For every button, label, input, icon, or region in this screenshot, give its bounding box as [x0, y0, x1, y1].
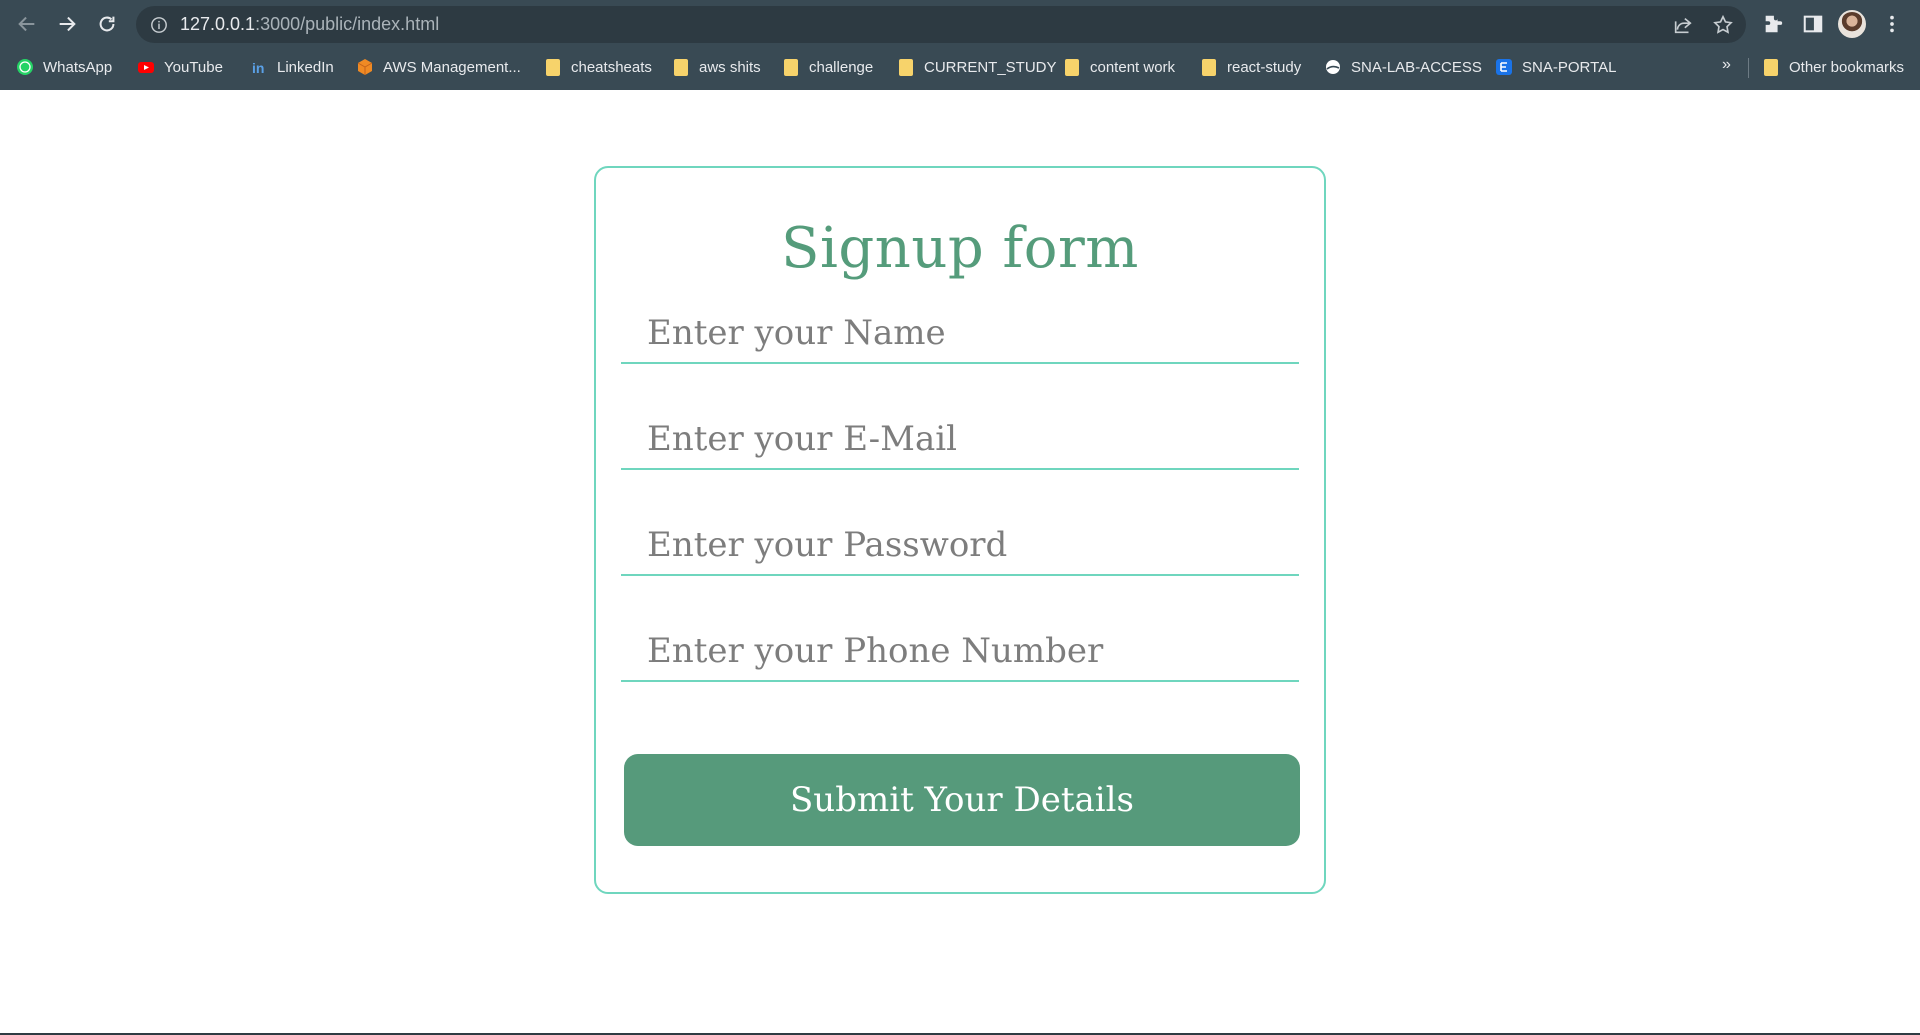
bookmark-label: LinkedIn — [277, 58, 334, 76]
password-input[interactable] — [621, 516, 1299, 576]
info-icon — [151, 16, 167, 33]
bookmarks-overflow-button[interactable]: » — [1722, 56, 1731, 74]
bookmark-label: AWS Management... — [383, 58, 521, 76]
page-viewport: Signup form Submit Your Details — [0, 90, 1920, 1033]
phone-input[interactable] — [621, 622, 1299, 682]
bookmark-label: aws shits — [699, 58, 761, 76]
bookmark-aws[interactable]: AWS Management... — [356, 54, 521, 80]
bookmark-label: SNA-PORTAL — [1522, 58, 1617, 76]
svg-text:in: in — [252, 60, 264, 76]
bookmark-label: challenge — [809, 58, 874, 76]
folder-icon — [544, 58, 562, 76]
folder-icon — [897, 58, 915, 76]
bookmark-other-bookmarks[interactable]: Other bookmarks — [1762, 54, 1904, 80]
submit-button[interactable]: Submit Your Details — [624, 754, 1300, 846]
bookmark-sna-lab-access[interactable]: SNA-LAB-ACCESS — [1324, 54, 1482, 80]
bookmark-label: SNA-LAB-ACCESS — [1351, 58, 1482, 76]
form-title: Signup form — [781, 216, 1139, 281]
kebab-menu-icon — [1890, 15, 1894, 33]
bookmark-linkedin[interactable]: in LinkedIn — [250, 54, 334, 80]
bookmark-sna-portal[interactable]: SNA-PORTAL — [1495, 54, 1616, 80]
folder-icon — [1762, 58, 1780, 76]
bookmark-folder-current-study[interactable]: CURRENT_STUDY — [897, 54, 1057, 80]
folder-icon — [1063, 58, 1081, 76]
bookmark-label: WhatsApp — [43, 58, 113, 76]
globe-icon — [1324, 58, 1342, 76]
menu-button[interactable] — [1879, 11, 1905, 37]
forward-button[interactable] — [52, 9, 82, 39]
email-input[interactable] — [621, 410, 1299, 470]
reload-icon — [99, 16, 115, 32]
signup-form: Signup form Submit Your Details — [594, 166, 1326, 894]
bookmark-folder-content-work[interactable]: content work — [1063, 54, 1175, 80]
bookmark-youtube[interactable]: YouTube — [137, 54, 223, 80]
name-input[interactable] — [621, 304, 1299, 364]
share-icon[interactable] — [1672, 14, 1694, 36]
side-panel-button[interactable] — [1800, 11, 1826, 37]
browser-toolbar: 127.0.0.1:3000/public/index.html — [0, 0, 1920, 48]
aws-cube-icon — [356, 58, 374, 76]
folder-icon — [672, 58, 690, 76]
bookmark-label: cheatsheats — [571, 58, 652, 76]
bookmark-folder-aws-shits[interactable]: aws shits — [672, 54, 761, 80]
bookmark-folder-cheatsheats[interactable]: cheatsheats — [544, 54, 652, 80]
bookmark-label: CURRENT_STUDY — [924, 58, 1057, 76]
bookmarks-separator — [1748, 58, 1749, 78]
url-host: 127.0.0.1 — [180, 14, 256, 34]
youtube-icon — [137, 58, 155, 76]
url-path: :3000/public/index.html — [255, 14, 440, 34]
extensions-button[interactable] — [1760, 11, 1786, 37]
side-panel-icon — [1803, 15, 1823, 33]
whatsapp-icon — [16, 58, 34, 76]
bookmark-folder-challenge[interactable]: challenge — [782, 54, 873, 80]
reload-button[interactable] — [92, 9, 122, 39]
portal-icon — [1495, 58, 1513, 76]
bookmark-label: YouTube — [164, 58, 223, 76]
bookmark-label: Other bookmarks — [1789, 58, 1905, 76]
profile-avatar[interactable] — [1838, 10, 1866, 38]
address-bar[interactable]: 127.0.0.1:3000/public/index.html — [136, 6, 1746, 43]
bookmark-label: content work — [1090, 58, 1176, 76]
bookmark-folder-react-study[interactable]: react-study — [1200, 54, 1301, 80]
bookmark-whatsapp[interactable]: WhatsApp — [16, 54, 112, 80]
star-icon[interactable] — [1712, 14, 1734, 36]
folder-icon — [1200, 58, 1218, 76]
folder-icon — [782, 58, 800, 76]
bookmarks-bar: WhatsApp YouTube in LinkedIn AWS Managem… — [0, 52, 1920, 82]
arrow-left-icon — [18, 16, 35, 32]
browser-chrome: 127.0.0.1:3000/public/index.html WhatsAp… — [0, 0, 1920, 90]
back-button[interactable] — [12, 9, 42, 39]
puzzle-icon — [1765, 15, 1783, 33]
linkedin-icon: in — [250, 58, 268, 76]
url-text[interactable]: 127.0.0.1:3000/public/index.html — [180, 14, 439, 35]
bookmark-label: react-study — [1227, 58, 1302, 76]
arrow-right-icon — [59, 16, 76, 32]
